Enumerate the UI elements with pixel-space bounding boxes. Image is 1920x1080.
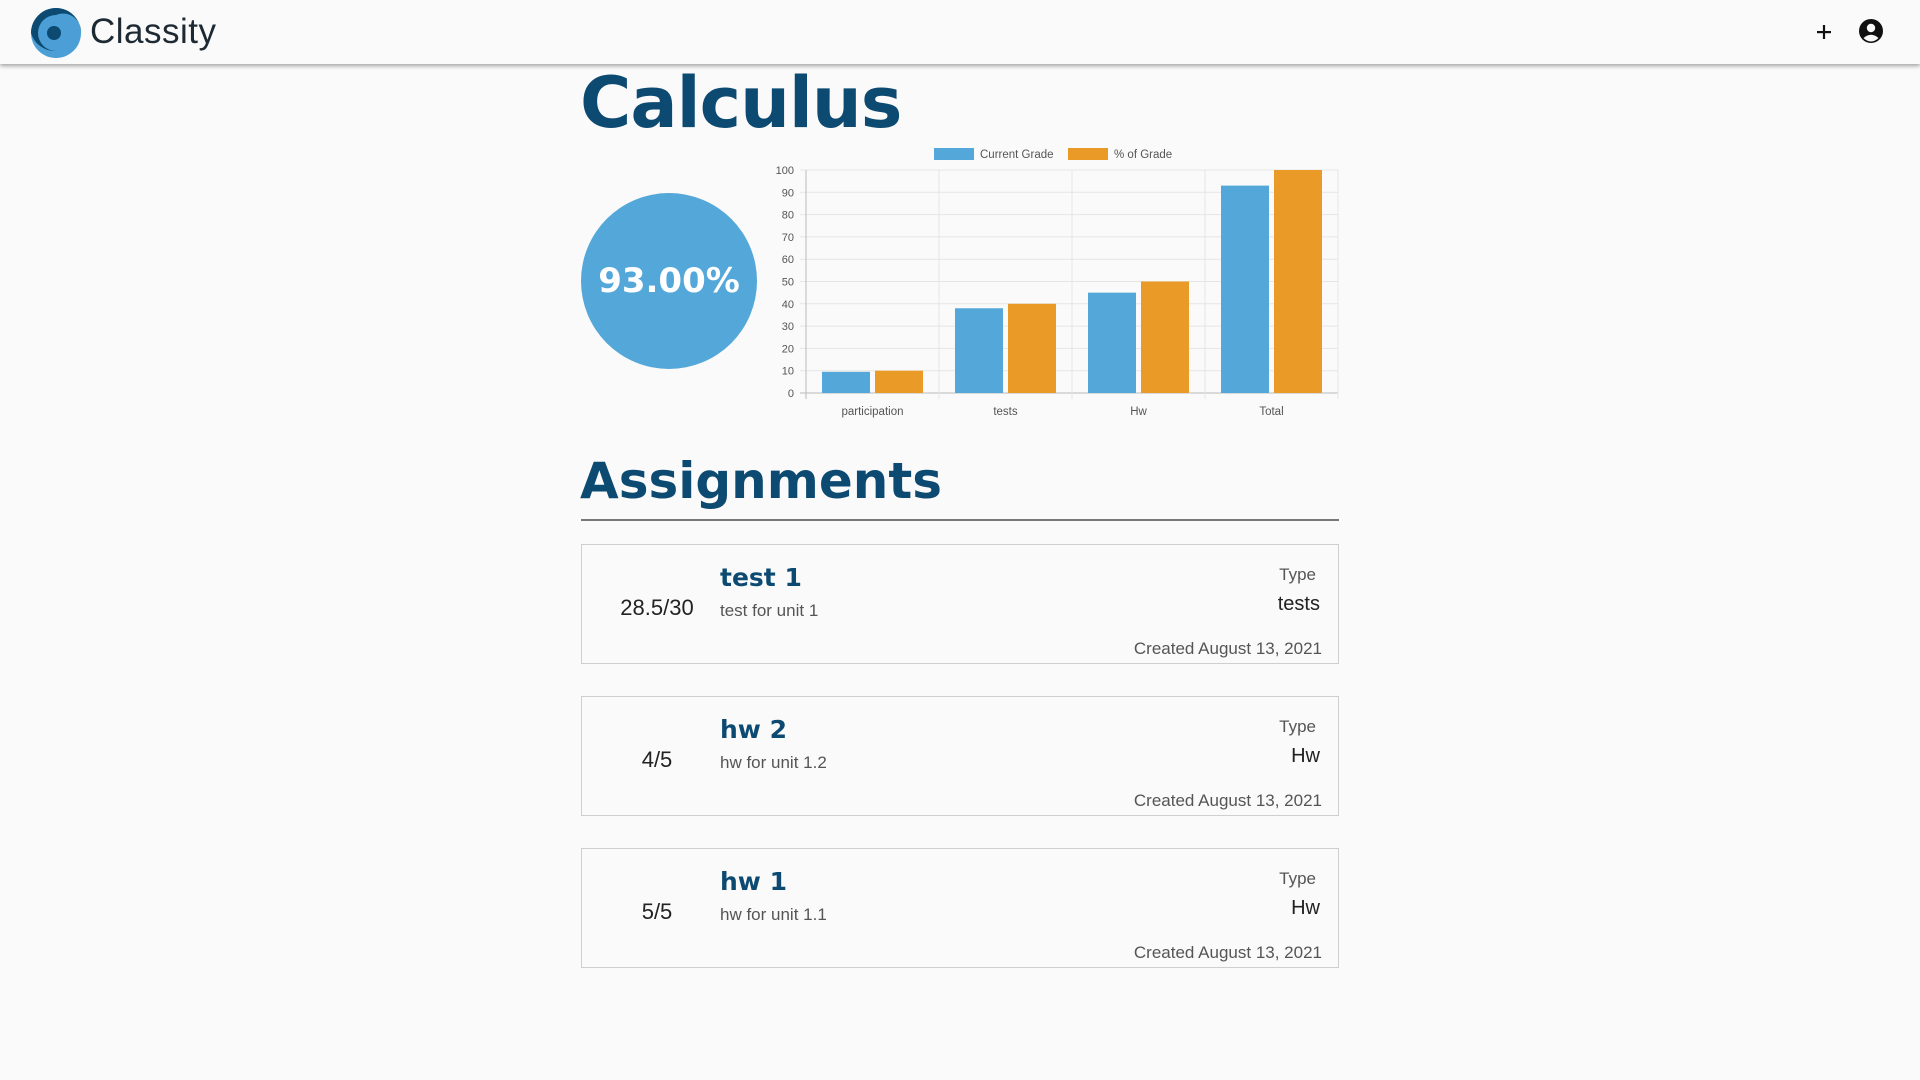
account-circle-icon [1859,19,1883,43]
assignment-description: test for unit 1 [720,601,819,620]
assignment-card-test-1[interactable]: 28.5/30 test 1 test for unit 1 Type test… [581,544,1339,664]
add-button[interactable] [1809,14,1839,50]
y-tick-label: 100 [776,165,794,177]
assignment-description: hw for unit 1.1 [720,905,827,924]
assignment-score: 5/5 [641,899,673,924]
top-bar: Classity [0,0,1920,64]
legend-label: % of Grade [1114,149,1172,161]
grade-breakdown-chart: Current Grade % of Grade 0 10 20 30 40 50 60 70 80… [776,148,1339,418]
y-tick-label: 10 [782,366,794,378]
assignment-type: Hw [1291,745,1320,767]
x-tick-label: Total [1259,406,1283,418]
y-tick-label: 0 [788,388,794,400]
y-tick-label: 30 [782,321,794,333]
bar-hw-percent-of-grade [1141,281,1189,393]
y-tick-label: 40 [782,299,794,311]
assignment-type-label: Type [1279,565,1316,584]
bar-tests-percent-of-grade [1008,303,1056,393]
course-title: Calculus [580,62,902,144]
account-button[interactable] [1858,18,1884,44]
assignment-created-date: Created August 13, 2021 [1133,943,1322,962]
app-name[interactable]: Classity [90,12,217,52]
bar-hw-current-grade [1088,292,1136,393]
assignment-name: test 1 [720,563,802,592]
assignment-description: hw for unit 1.2 [720,753,827,772]
y-tick-label: 50 [782,277,794,289]
bar-total-current-grade [1221,185,1269,393]
overall-grade-circle: 93.00% [581,193,757,369]
assignments-heading: Assignments [580,452,943,510]
legend-label: Current Grade [980,149,1054,161]
assignment-type-label: Type [1279,717,1316,736]
bar-participation-percent-of-grade [875,370,923,393]
assignment-card-hw-2[interactable]: 4/5 hw 2 hw for unit 1.2 Type Hw Created… [581,696,1339,816]
section-divider [581,519,1339,521]
y-tick-label: 70 [782,232,794,244]
assignment-type-label: Type [1279,869,1316,888]
legend-swatch [1068,148,1108,160]
assignment-card-hw-1[interactable]: 5/5 hw 1 hw for unit 1.1 Type Hw Created… [581,848,1339,968]
assignment-type: tests [1277,593,1320,615]
assignment-created-date: Created August 13, 2021 [1133,639,1322,658]
bar-participation-current-grade [822,371,870,393]
bar-tests-current-grade [955,308,1003,393]
assignment-name: hw 1 [720,867,787,896]
x-tick-label: participation [841,406,903,418]
x-tick-label: Hw [1130,406,1147,418]
bar-total-percent-of-grade [1274,170,1322,393]
assignment-created-date: Created August 13, 2021 [1133,791,1322,810]
assignment-name: hw 2 [720,715,787,744]
assignment-score: 4/5 [641,747,673,772]
x-tick-label: tests [993,406,1018,418]
y-tick-label: 80 [782,210,794,222]
legend-swatch [934,148,974,160]
classity-logo-icon[interactable] [30,7,82,59]
y-tick-label: 20 [782,343,794,355]
overall-grade-value: 93.00% [598,261,740,301]
y-tick-label: 90 [782,187,794,199]
assignment-type: Hw [1291,897,1320,919]
y-tick-label: 60 [782,254,794,266]
assignment-score: 28.5/30 [620,595,694,620]
plus-icon [1817,25,1831,39]
